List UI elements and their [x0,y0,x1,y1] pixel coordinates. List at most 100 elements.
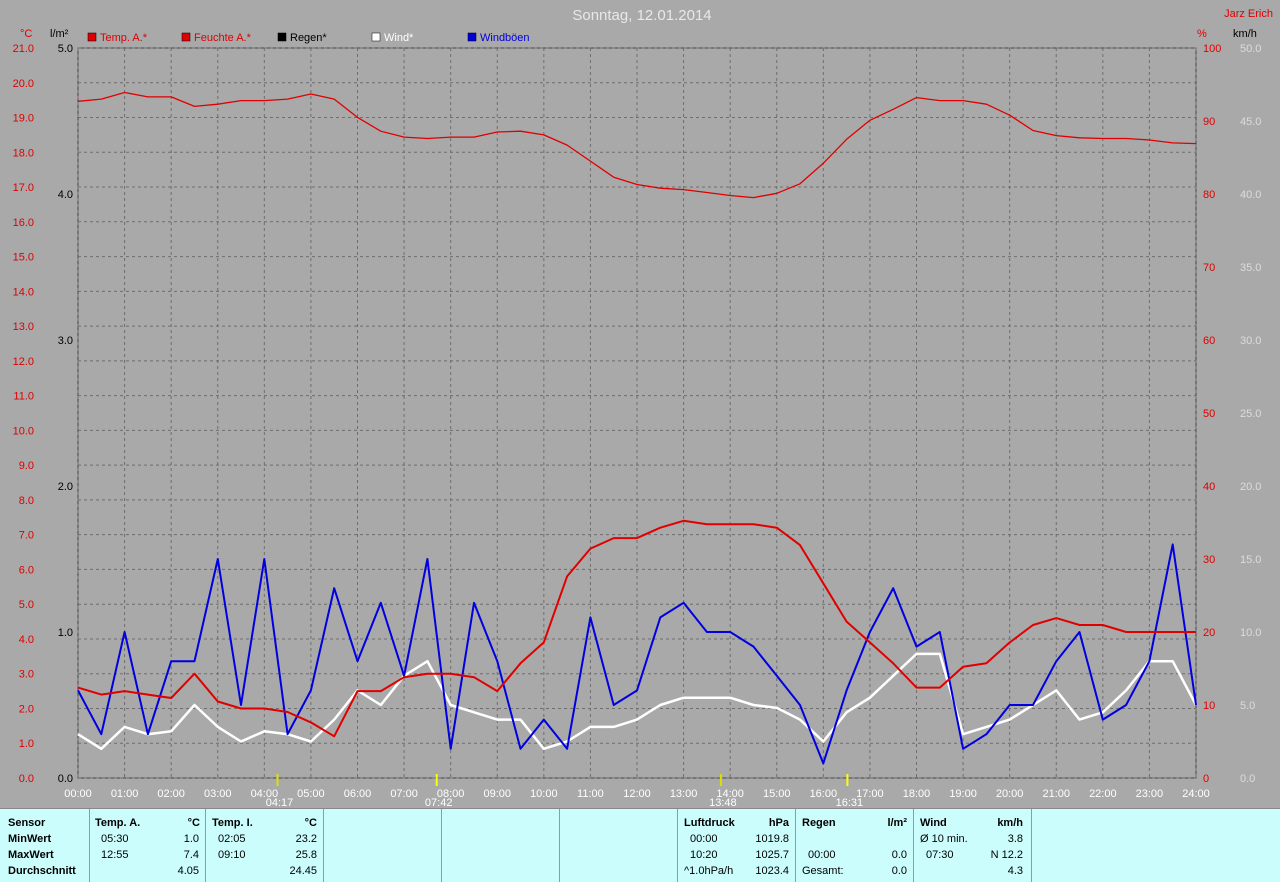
legend: Temp. A.* Feuchte A.* Regen* Wind* Windböen [87,32,530,44]
humidity-tick-label: 50 [1203,408,1215,420]
sunrise-marker-label: 07:42 [425,797,453,808]
humidity-tick-label: 100 [1203,43,1221,55]
legend-label: Feuchte A.* [194,32,252,44]
humidity-tick-label: 20 [1203,627,1215,639]
temp-a-header: Temp. A. [95,817,141,829]
wind-tick-label: 25.0 [1240,408,1261,420]
temp-a-min: 1.0 [183,833,199,845]
wind-tick-label: 45.0 [1240,116,1261,128]
rain-axis: 0.0 1.0 2.0 3.0 4.0 5.0 [58,43,73,785]
temp-tick-label: 19.0 [13,113,34,125]
time-tick-label: 18:00 [903,788,931,800]
luftdruck-r2: 1025.7 [755,849,789,861]
wind-unit: km/h [1233,28,1257,40]
wind-tick-label: 40.0 [1240,189,1261,201]
rain-tick-label: 1.0 [58,627,73,639]
humidity-tick-label: 10 [1203,700,1215,712]
luftdruck-unit: hPa [768,817,789,829]
temp-i-unit: °C [304,817,317,829]
regen-r3-label: Gesamt: [802,865,844,877]
time-tick-label: 02:00 [157,788,185,800]
temp-tick-label: 15.0 [13,252,34,264]
luftdruck-r3-label: ^1.0hPa/h [684,865,734,877]
time-tick-label: 07:00 [390,788,418,800]
legend-swatch [467,32,477,42]
time-tick-label: 10:00 [530,788,558,800]
time-tick-label: 20:00 [996,788,1024,800]
temp-tick-label: 10.0 [13,425,34,437]
row-max-label: MaxWert [8,849,54,861]
rain-unit: l/m² [50,28,69,40]
rain-tick-label: 4.0 [58,189,73,201]
stats-panel: Sensor MinWert MaxWert Durchschnitt Temp… [0,808,1280,882]
time-tick-label: 09:00 [483,788,511,800]
luftdruck-r1: 1019.8 [755,833,789,845]
temp-i-max-time: 09:10 [218,849,246,861]
author-label: Jarz Erich [1224,8,1273,20]
legend-label: Wind* [384,32,414,44]
luftdruck-header: Luftdruck [684,817,735,829]
temp-tick-label: 16.0 [13,217,34,229]
temp-tick-label: 20.0 [13,78,34,90]
temp-a-unit: °C [187,817,200,829]
row-min-label: MinWert [8,833,52,845]
temp-i-min: 23.2 [295,833,317,845]
luftdruck-r3: 1023.4 [755,865,789,877]
temp-tick-label: 18.0 [13,147,34,159]
temp-i-avg: 24.45 [289,865,317,877]
wind-tick-label: 15.0 [1240,554,1261,566]
luftdruck-r2-label: 10:20 [690,849,718,861]
time-tick-label: 06:00 [344,788,372,800]
temp-tick-label: 17.0 [13,182,34,194]
sunset-marker-label: 16:31 [836,797,864,808]
regen-r2: 0.0 [891,849,907,861]
wind-tick-label: 5.0 [1240,700,1255,712]
time-tick-label: 00:00 [64,788,92,800]
humidity-tick-label: 60 [1203,335,1215,347]
time-tick-label: 15:00 [763,788,791,800]
wind-tick-label: 30.0 [1240,335,1261,347]
humidity-axis: 0 10 20 30 40 50 60 70 80 90 100 [1203,43,1221,785]
wind-axis: 0.0 5.0 10.0 15.0 20.0 25.0 30.0 35.0 40.0 45.0 50… [1240,43,1261,785]
luftdruck-r1-label: 00:00 [690,833,718,845]
chart-title: Sonntag, 12.01.2014 [572,7,711,24]
temp-i-min-time: 02:05 [218,833,246,845]
time-tick-label: 13:00 [670,788,698,800]
legend-label: Windböen [480,32,530,44]
time-tick-label: 24:00 [1182,788,1210,800]
weather-chart: 0.0 1.0 2.0 3.0 4.0 5.0 6.0 7.0 8.0 9.0 10.0 11.0 12… [13,7,1273,808]
temp-a-max-time: 12:55 [101,849,129,861]
row-avg-label: Durchschnitt [8,865,76,877]
temp-tick-label: 11.0 [13,391,34,403]
legend-label: Temp. A.* [100,32,148,44]
regen-r2-label: 00:00 [808,849,836,861]
sensor-header: Sensor [8,817,46,829]
temp-tick-label: 6.0 [19,564,34,576]
temp-tick-label: 5.0 [19,599,34,611]
legend-swatch [277,32,287,42]
temp-tick-label: 1.0 [19,738,34,750]
humidity-tick-label: 80 [1203,189,1215,201]
temp-tick-label: 2.0 [19,703,34,715]
time-tick-label: 01:00 [111,788,139,800]
humidity-tick-label: 40 [1203,481,1215,493]
legend-swatch [181,32,191,42]
temp-tick-label: 8.0 [19,495,34,507]
temp-tick-label: 21.0 [13,43,34,55]
regen-r3: 0.0 [891,865,907,877]
temp-tick-label: 7.0 [19,530,34,542]
wind-tick-label: 10.0 [1240,627,1261,639]
wind-header: Wind [920,817,947,829]
regen-unit: l/m² [887,817,907,829]
humidity-tick-label: 30 [1203,554,1215,566]
legend-swatch [371,32,381,42]
humidity-tick-label: 0 [1203,773,1209,785]
humidity-unit: % [1197,28,1207,40]
temp-i-max: 25.8 [295,849,317,861]
temp-axis: 0.0 1.0 2.0 3.0 4.0 5.0 6.0 7.0 8.0 9.0 10.0 11.0 12… [13,43,34,785]
time-tick-label: 19:00 [949,788,977,800]
moonset-marker-label: 13:48 [709,797,737,808]
rain-tick-label: 3.0 [58,335,73,347]
temp-tick-label: 3.0 [19,669,34,681]
time-tick-label: 03:00 [204,788,232,800]
